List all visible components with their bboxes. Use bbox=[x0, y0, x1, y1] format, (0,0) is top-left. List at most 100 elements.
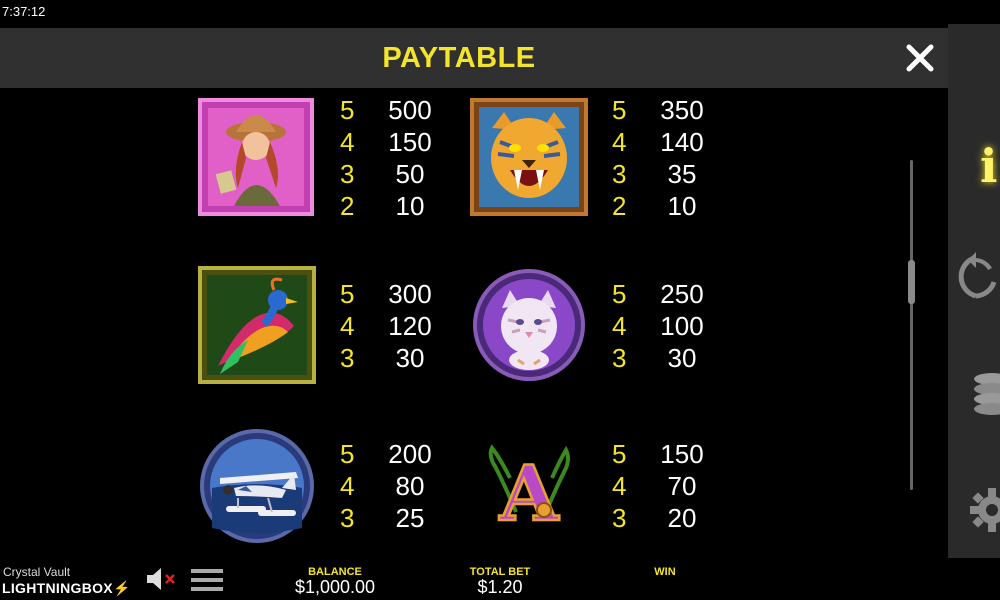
pay-row: 5 150 bbox=[612, 438, 712, 470]
pay-count: 5 bbox=[612, 279, 627, 309]
pay-count: 5 bbox=[340, 279, 355, 309]
pay-value: 70 bbox=[667, 471, 697, 501]
pay-row: 4 80 bbox=[340, 470, 440, 502]
total-bet-value: $1.20 bbox=[477, 577, 523, 597]
autoplay-icon bbox=[958, 252, 997, 299]
pay-value: 50 bbox=[395, 159, 425, 189]
pay-row: 5 200 bbox=[340, 438, 440, 470]
pay-row: 5 250 bbox=[612, 278, 712, 310]
gear-icon bbox=[970, 488, 1000, 532]
pay-value: 10 bbox=[667, 191, 697, 221]
brand-part2: BOX bbox=[81, 580, 113, 596]
pay-value: 10 bbox=[395, 191, 425, 221]
pay-count: 2 bbox=[612, 191, 627, 221]
pay-value: 150 bbox=[660, 439, 704, 469]
pay-value: 25 bbox=[395, 503, 425, 533]
pay-row: 3 20 bbox=[612, 502, 712, 534]
pay-row: 3 30 bbox=[612, 342, 712, 374]
pay-value: 350 bbox=[660, 95, 704, 125]
pay-value: 200 bbox=[388, 439, 432, 469]
pay-row: 4 120 bbox=[340, 310, 440, 342]
paytable-letter-a: 5 150 4 70 3 20 bbox=[612, 438, 712, 534]
status-bar: 7:37:12 bbox=[0, 0, 1000, 24]
symbol-seaplane bbox=[198, 428, 314, 544]
pay-row: 2 10 bbox=[612, 190, 712, 222]
pay-value: 120 bbox=[388, 311, 432, 341]
paytable-header: PAYTABLE bbox=[0, 28, 948, 88]
bottom-bar: Crystal Vault LIGHTNINGBOX⚡ BALANCE $1,0… bbox=[0, 558, 1000, 600]
clock: 7:37:12 bbox=[2, 4, 46, 19]
speaker-muted-icon bbox=[147, 568, 175, 590]
autoplay-button[interactable] bbox=[948, 246, 1000, 306]
page-title: PAYTABLE bbox=[382, 42, 536, 74]
pay-count: 3 bbox=[612, 503, 627, 533]
pay-value: 150 bbox=[388, 127, 432, 157]
pay-row: 5 300 bbox=[340, 278, 440, 310]
pay-count: 3 bbox=[340, 503, 355, 533]
symbol-letter-a: A bbox=[470, 428, 586, 544]
pay-row: 4 70 bbox=[612, 470, 712, 502]
close-icon bbox=[906, 44, 934, 72]
paytable-seaplane: 5 200 4 80 3 25 bbox=[340, 438, 440, 534]
scrollbar-track[interactable] bbox=[910, 160, 913, 490]
game-name: Crystal Vault bbox=[3, 565, 71, 579]
pay-row: 5 500 bbox=[340, 94, 440, 126]
pay-count: 4 bbox=[340, 471, 355, 501]
pay-row: 4 140 bbox=[612, 126, 712, 158]
pay-count: 5 bbox=[340, 439, 355, 469]
coins-icon bbox=[974, 373, 1000, 415]
pay-value: 30 bbox=[395, 343, 425, 373]
pay-count: 3 bbox=[340, 159, 355, 189]
pay-value: 20 bbox=[667, 503, 697, 533]
pay-count: 2 bbox=[340, 191, 355, 221]
pay-value: 30 bbox=[667, 343, 697, 373]
paytable-tiger: 5 350 4 140 3 35 2 10 bbox=[612, 94, 712, 222]
pay-row: 2 10 bbox=[340, 190, 440, 222]
settings-button[interactable] bbox=[948, 480, 1000, 540]
pay-row: 4 100 bbox=[612, 310, 712, 342]
pay-row: 3 35 bbox=[612, 158, 712, 190]
bet-coins-button[interactable] bbox=[948, 362, 1000, 422]
pay-value: 250 bbox=[660, 279, 704, 309]
menu-button[interactable] bbox=[191, 568, 223, 597]
pay-count: 4 bbox=[612, 127, 627, 157]
pay-count: 4 bbox=[340, 127, 355, 157]
pay-value: 500 bbox=[388, 95, 432, 125]
pay-count: 3 bbox=[612, 159, 627, 189]
pay-value: 300 bbox=[388, 279, 432, 309]
pay-value: 80 bbox=[395, 471, 425, 501]
pay-row: 3 30 bbox=[340, 342, 440, 374]
right-sidebar: i bbox=[948, 24, 1000, 558]
paytable-exotic-bird: 5 300 4 120 3 30 bbox=[340, 278, 440, 374]
paytable-panel: 5 500 4 150 3 50 2 10 5 350 4 140 3 35 2 10 bbox=[0, 88, 948, 558]
pay-row: 3 25 bbox=[340, 502, 440, 534]
paytable-explorer-woman: 5 500 4 150 3 50 2 10 bbox=[340, 94, 440, 222]
pay-count: 4 bbox=[612, 311, 627, 341]
letter-a-glyph: A bbox=[499, 449, 560, 538]
symbol-white-tiger-cub bbox=[472, 268, 588, 384]
pay-count: 5 bbox=[612, 95, 627, 125]
pay-count: 4 bbox=[340, 311, 355, 341]
hamburger-menu-icon bbox=[191, 569, 223, 591]
symbol-tiger bbox=[470, 98, 588, 216]
pay-count: 5 bbox=[612, 439, 627, 469]
pay-value: 100 bbox=[660, 311, 704, 341]
brand-part1: LIGHTNING bbox=[2, 580, 82, 596]
info-icon[interactable]: i bbox=[980, 139, 997, 193]
paytable-white-tiger-cub: 5 250 4 100 3 30 bbox=[612, 278, 712, 374]
brand-logo: LIGHTNINGBOX⚡ bbox=[2, 580, 131, 597]
pay-row: 5 350 bbox=[612, 94, 712, 126]
pay-count: 5 bbox=[340, 95, 355, 125]
scrollbar-thumb[interactable] bbox=[908, 260, 915, 304]
win-label: WIN bbox=[654, 566, 676, 578]
pay-value: 140 bbox=[660, 127, 704, 157]
pay-row: 4 150 bbox=[340, 126, 440, 158]
pay-value: 35 bbox=[667, 159, 697, 189]
pay-count: 3 bbox=[340, 343, 355, 373]
close-button[interactable] bbox=[900, 38, 940, 78]
mute-button[interactable] bbox=[145, 566, 177, 597]
pay-row: 3 50 bbox=[340, 158, 440, 190]
pay-count: 4 bbox=[612, 471, 627, 501]
pay-count: 3 bbox=[612, 343, 627, 373]
symbol-explorer-woman bbox=[198, 98, 314, 216]
